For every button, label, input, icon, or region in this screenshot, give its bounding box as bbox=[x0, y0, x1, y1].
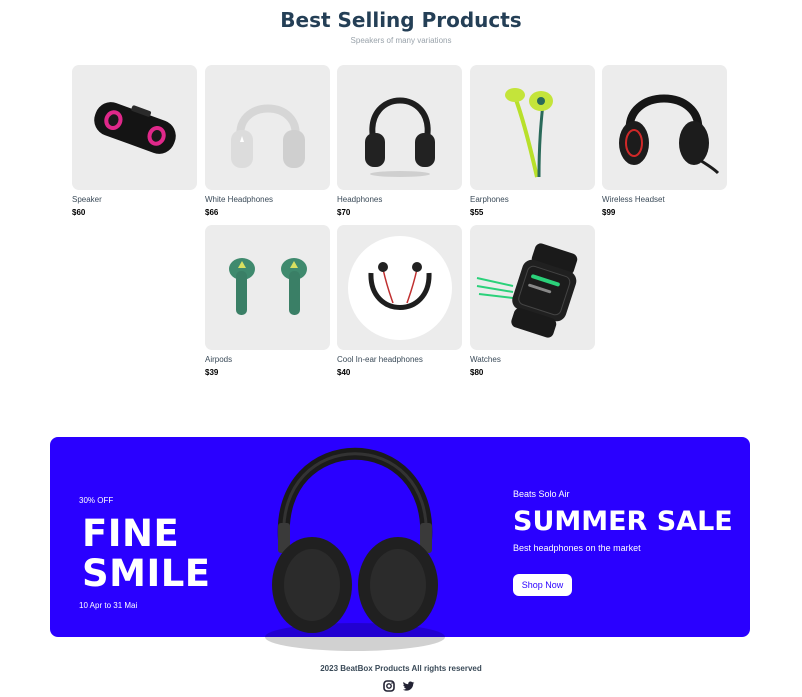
product-price: $40 bbox=[337, 368, 351, 377]
banner-product-name: Beats Solo Air bbox=[513, 489, 570, 499]
product-card[interactable]: White Headphones $66 bbox=[205, 65, 330, 217]
airpods-icon bbox=[228, 257, 307, 315]
product-card[interactable]: Speaker $60 bbox=[72, 65, 197, 217]
product-name: Watches bbox=[470, 355, 501, 364]
product-price: $99 bbox=[602, 208, 616, 217]
instagram-icon[interactable] bbox=[383, 679, 395, 692]
product-card[interactable]: Wireless Headset $99 bbox=[602, 65, 727, 217]
product-name: Cool In-ear headphones bbox=[337, 355, 423, 364]
product-card[interactable]: Cool In-ear headphones $40 bbox=[337, 225, 462, 377]
sale-title: SUMMER SALE bbox=[513, 506, 733, 537]
product-price: $80 bbox=[470, 368, 484, 377]
date-range: 10 Apr to 31 Mai bbox=[79, 601, 138, 610]
neckband-icon bbox=[347, 235, 452, 340]
headphones-icon bbox=[364, 97, 435, 177]
product-price: $70 bbox=[337, 208, 351, 217]
product-card[interactable]: Watches $80 bbox=[470, 225, 595, 377]
product-name: Headphones bbox=[337, 195, 383, 204]
page: Best Selling Products Speakers of many v… bbox=[0, 0, 802, 697]
product-card[interactable]: Earphones $55 bbox=[470, 65, 595, 217]
smartwatch-icon bbox=[476, 242, 577, 338]
product-image[interactable] bbox=[205, 65, 330, 190]
product-image[interactable] bbox=[72, 65, 197, 190]
earphones-icon bbox=[504, 87, 553, 177]
product-image[interactable] bbox=[602, 65, 727, 190]
product-price: $55 bbox=[470, 208, 484, 217]
product-card[interactable]: Airpods $39 bbox=[205, 225, 330, 377]
banner-headline-line1: FINE bbox=[82, 512, 180, 555]
headset-icon bbox=[618, 94, 719, 174]
product-price: $39 bbox=[205, 368, 219, 377]
product-image[interactable] bbox=[205, 225, 330, 350]
discount-label: 30% OFF bbox=[79, 496, 114, 505]
product-image[interactable] bbox=[470, 225, 595, 350]
product-image[interactable] bbox=[337, 65, 462, 190]
hero-headphones-icon bbox=[265, 447, 445, 651]
social-links bbox=[383, 679, 415, 692]
banner-headline: FINE SMILE bbox=[82, 514, 211, 594]
page-title: Best Selling Products bbox=[280, 8, 522, 32]
product-name: Speaker bbox=[72, 195, 102, 204]
banner-headline-line2: SMILE bbox=[82, 552, 211, 595]
banner-description: Best headphones on the market bbox=[513, 543, 641, 553]
product-name: Wireless Headset bbox=[602, 195, 665, 204]
product-card[interactable]: Headphones $70 bbox=[337, 65, 462, 217]
twitter-icon[interactable] bbox=[402, 679, 415, 691]
product-name: White Headphones bbox=[205, 195, 274, 204]
product-price: $60 bbox=[72, 208, 86, 217]
product-image[interactable] bbox=[470, 65, 595, 190]
page-subtitle: Speakers of many variations bbox=[350, 36, 452, 45]
shop-now-button[interactable]: Shop Now bbox=[513, 574, 572, 596]
product-image[interactable] bbox=[337, 225, 462, 350]
footer-copyright: 2023 BeatBox Products All rights reserve… bbox=[320, 664, 482, 673]
product-price: $66 bbox=[205, 208, 219, 217]
white-headphones-icon bbox=[230, 104, 305, 168]
speaker-icon bbox=[93, 101, 176, 154]
product-name: Airpods bbox=[205, 355, 233, 364]
product-name: Earphones bbox=[470, 195, 509, 204]
